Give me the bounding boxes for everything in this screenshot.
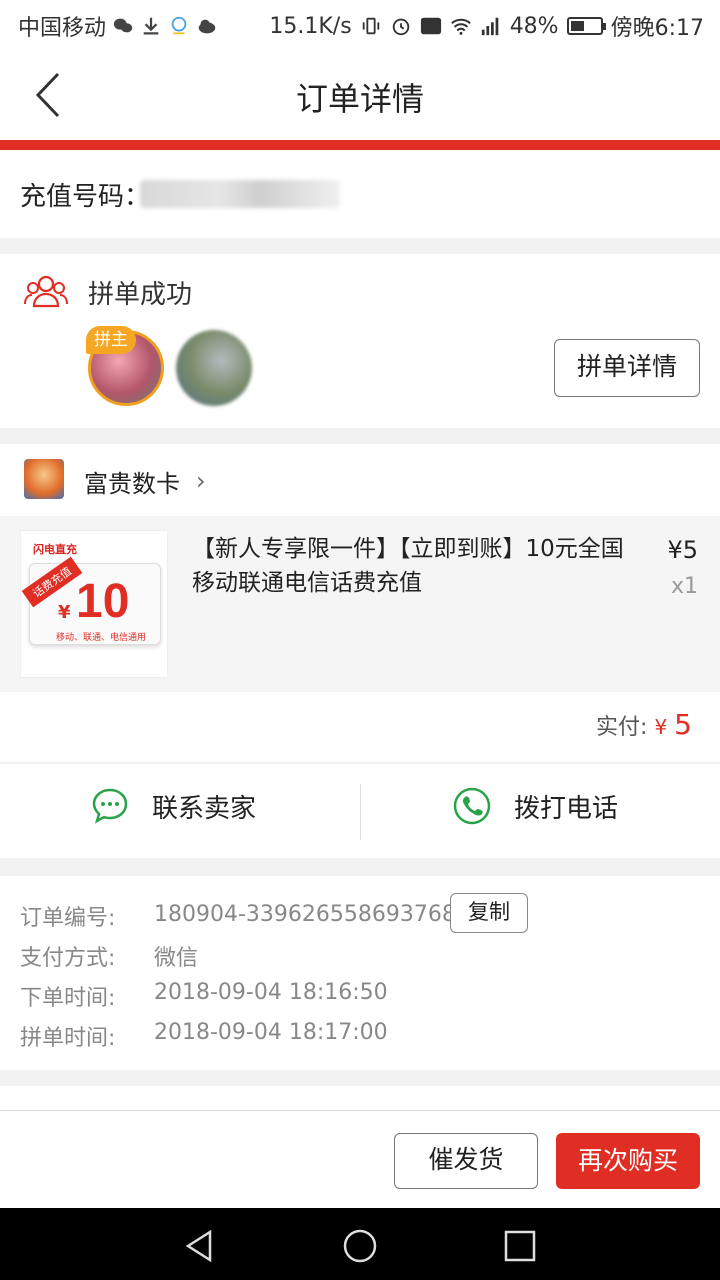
paid-amount: 5	[674, 708, 692, 741]
order-time-value: 2018-09-04 18:16:50	[154, 980, 388, 1005]
paid-currency: ¥	[654, 715, 668, 739]
payment-method-value: 微信	[154, 946, 199, 971]
order-number-label: 订单编号:	[20, 906, 116, 931]
product-price: ¥5	[667, 536, 698, 564]
shop-name: 富贵数卡	[84, 470, 180, 498]
nav-recents-icon[interactable]	[500, 1226, 540, 1266]
urge-shipment-button[interactable]: 催发货	[394, 1133, 538, 1189]
group-time-label: 拼单时间:	[20, 1026, 116, 1051]
status-bar: 中国移动 15.1K/s 48% 傍晚6:17	[0, 0, 720, 50]
alarm-icon	[392, 18, 409, 36]
thumb-ribbon: 话费充值	[21, 556, 83, 608]
product-quantity: x1	[670, 574, 698, 599]
carrier-name: 中国移动	[18, 16, 107, 41]
order-time-label: 下单时间:	[20, 986, 116, 1011]
thumb-currency: ¥	[58, 602, 71, 623]
buy-again-button[interactable]: 再次购买	[556, 1133, 700, 1189]
shop-logo	[24, 459, 64, 499]
nav-home-icon[interactable]	[340, 1226, 380, 1266]
call-phone-label: 拨打电话	[514, 793, 619, 824]
group-detail-button[interactable]: 拼单详情	[554, 339, 700, 397]
chat-icon	[92, 788, 128, 824]
battery-percent: 48%	[509, 13, 559, 39]
copy-button[interactable]: 复制	[450, 893, 528, 933]
recharge-number-section: 充值号码：	[0, 150, 720, 238]
system-nav-bar	[0, 1208, 720, 1280]
nav-back-icon[interactable]	[180, 1226, 220, 1266]
header-accent-line	[0, 140, 720, 150]
signal-icon	[481, 17, 499, 36]
member-avatar[interactable]	[176, 330, 252, 406]
payment-summary: 实付: ¥ 5	[0, 692, 720, 762]
qq-notification-icon	[171, 16, 187, 35]
product-item[interactable]: 闪电直充 话费充值 ¥ 10 移动、联通、电信通用 【新人专享限一件】【立即到账…	[0, 516, 720, 692]
contact-divider	[360, 784, 361, 840]
thumb-subtitle: 移动、联通、电信通用	[56, 633, 147, 643]
thumb-brand: 闪电直充	[33, 543, 77, 556]
cloud-icon	[198, 19, 216, 34]
footer-action-bar: 催发货 再次购买	[0, 1110, 720, 1208]
order-info: 订单编号: 180904-339626558693768 复制 支付方式: 微信…	[0, 876, 720, 1070]
header: 订单详情	[0, 50, 720, 140]
chevron-right-icon: ›	[196, 467, 206, 495]
wechat-notification-icon	[113, 18, 133, 33]
wifi-icon	[450, 18, 471, 35]
thumb-amount: 10	[76, 575, 130, 628]
group-icon	[24, 275, 68, 308]
network-speed: 15.1K/s	[269, 13, 352, 39]
vibrate-icon	[362, 17, 379, 35]
clock: 傍晚6:17	[610, 16, 704, 41]
download-icon	[143, 17, 159, 35]
contact-seller-label: 联系卖家	[152, 793, 257, 824]
paid-label: 实付:	[596, 715, 648, 740]
recharge-card-graphic: 话费充值 ¥ 10 移动、联通、电信通用	[21, 556, 161, 645]
battery-icon	[566, 17, 606, 35]
group-time-value: 2018-09-04 18:17:00	[154, 1020, 388, 1045]
product-thumbnail: 闪电直充 话费充值 ¥ 10 移动、联通、电信通用	[20, 530, 168, 678]
contact-seller-button[interactable]: 联系卖家	[90, 786, 256, 826]
call-phone-button[interactable]: 拨打电话	[452, 786, 618, 826]
hd-icon	[420, 17, 441, 35]
host-badge: 拼主	[86, 326, 136, 354]
recharge-number-value-blurred	[140, 180, 340, 208]
payment-method-label: 支付方式:	[20, 946, 116, 971]
order-number-value: 180904-339626558693768	[154, 902, 456, 927]
group-buy-status: 拼单成功	[88, 280, 193, 310]
shop-row[interactable]: 富贵数卡 ›	[0, 444, 720, 516]
recharge-number-label: 充值号码：	[20, 182, 151, 212]
product-title: 【新人专享限一件】【立即到账】10元全国移动联通电信话费充值	[192, 536, 624, 596]
phone-icon	[453, 787, 491, 825]
contact-bar: 联系卖家 拨打电话	[0, 764, 720, 858]
page-title: 订单详情	[295, 80, 424, 118]
